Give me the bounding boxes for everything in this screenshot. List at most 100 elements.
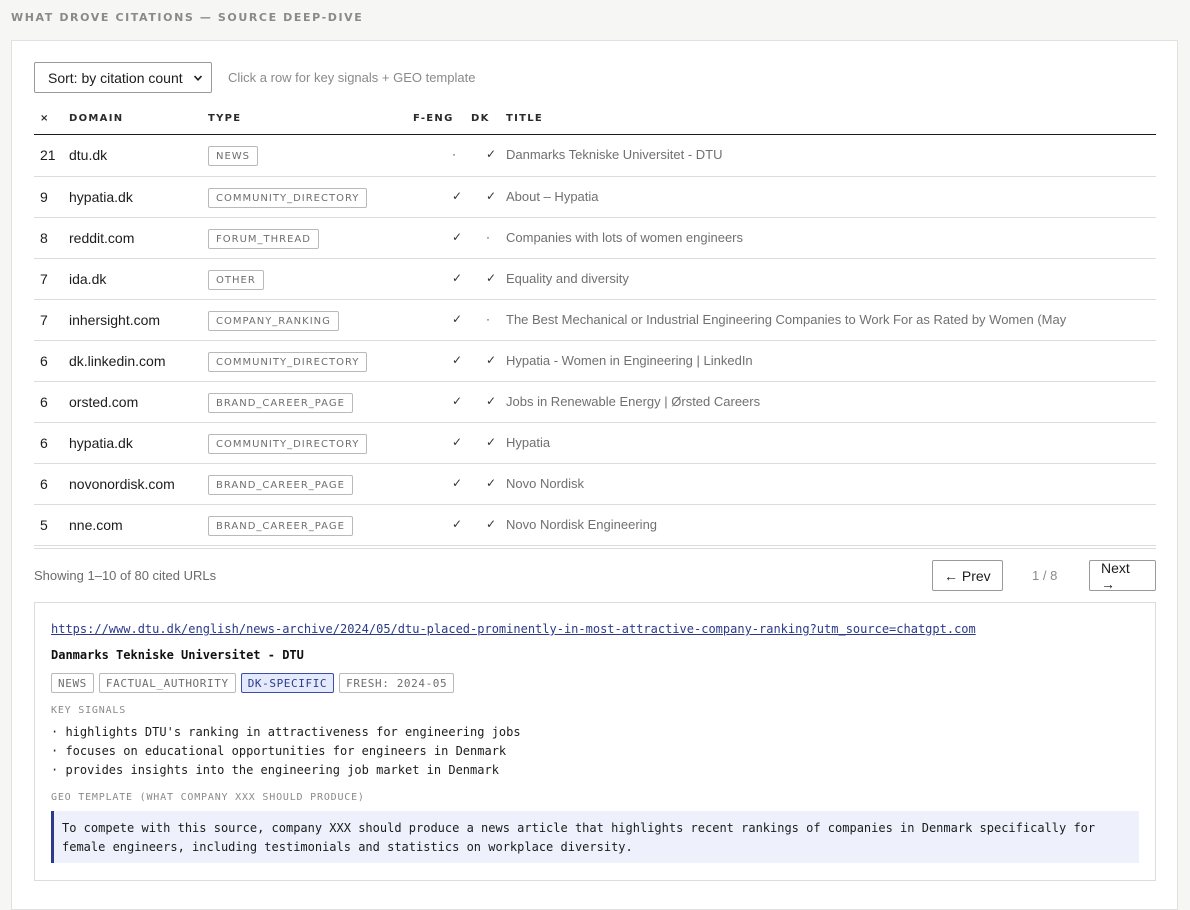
hint-text: Click a row for key signals + GEO templa… bbox=[228, 70, 476, 85]
type-badge: BRAND_CAREER_PAGE bbox=[208, 475, 353, 495]
source-tag: FACTUAL_AUTHORITY bbox=[98, 673, 236, 693]
title-cell: Hypatia - Women in Engineering | LinkedI… bbox=[506, 353, 753, 368]
domain-cell: novonordisk.com bbox=[69, 476, 175, 492]
title-cell: Companies with lots of women engineers bbox=[506, 230, 744, 245]
table-row[interactable]: 7 ida.dk OTHER ✓ ✓ Equality and diversity bbox=[34, 259, 1156, 300]
source-tag: DK-SPECIFIC bbox=[240, 673, 335, 693]
dk-cell: ✓ bbox=[486, 353, 497, 367]
citation-count: 7 bbox=[40, 271, 48, 287]
dk-cell: ✓ bbox=[486, 435, 497, 449]
citation-count: 9 bbox=[40, 189, 48, 205]
next-button[interactable]: Next → bbox=[1089, 560, 1156, 592]
title-cell: Hypatia bbox=[506, 435, 551, 450]
key-signal-item: · focuses on educational opportunities f… bbox=[51, 744, 507, 758]
showing-count: Showing 1–10 of 80 cited URLs bbox=[34, 568, 217, 583]
type-badge: OTHER bbox=[208, 270, 264, 290]
table-row[interactable]: 6 hypatia.dk COMMUNITY_DIRECTORY ✓ ✓ Hypatia bbox=[34, 423, 1156, 464]
domain-cell: hypatia.dk bbox=[69, 189, 133, 205]
domain-cell: hypatia.dk bbox=[69, 435, 133, 451]
dk-cell: ✓ bbox=[486, 189, 497, 203]
f-eng-cell: ✓ bbox=[452, 230, 463, 244]
table-row[interactable]: 6 novonordisk.com BRAND_CAREER_PAGE ✓ ✓ Novo … bbox=[34, 464, 1156, 505]
dk-cell: ✓ bbox=[486, 394, 497, 408]
domain-cell: orsted.com bbox=[69, 394, 139, 410]
f-eng-cell: ✓ bbox=[452, 476, 463, 490]
domain-cell: reddit.com bbox=[69, 230, 135, 246]
table-row[interactable]: 8 reddit.com FORUM_THREAD ✓ · Companies with … bbox=[34, 218, 1156, 259]
source-tags: NEWS FACTUAL_AUTHORITY DK-SPECIFIC FRESH: 2… bbox=[51, 673, 455, 693]
type-badge: COMMUNITY_DIRECTORY bbox=[208, 188, 368, 208]
table-row[interactable]: 6 dk.linkedin.com COMMUNITY_DIRECTORY ✓ ✓ Hyp… bbox=[34, 341, 1156, 382]
citation-count: 7 bbox=[40, 312, 48, 328]
type-badge: COMMUNITY_DIRECTORY bbox=[208, 434, 368, 454]
title-cell: Danmarks Tekniske Universitet - DTU bbox=[506, 147, 723, 162]
table-row[interactable]: 9 hypatia.dk COMMUNITY_DIRECTORY ✓ ✓ About – … bbox=[34, 177, 1156, 218]
type-badge: NEWS bbox=[208, 146, 259, 166]
table-body: 21 dtu.dk NEWS · ✓ Danmarks Tekniske Universi… bbox=[34, 135, 1156, 546]
citation-count: 6 bbox=[40, 353, 48, 369]
key-signal-item: · provides insights into the engineering… bbox=[51, 763, 499, 777]
citation-count: 5 bbox=[40, 517, 48, 533]
toolbar: Sort: by citation count Click a row for … bbox=[34, 62, 475, 93]
citation-count: 6 bbox=[40, 394, 48, 410]
dk-cell: ✓ bbox=[486, 147, 497, 161]
table-header: × DOMAIN TYPE F-ENG DK TITLE bbox=[34, 105, 1156, 135]
f-eng-cell: ✓ bbox=[452, 353, 463, 367]
source-deep-dive-panel: Sort: by citation count Click a row for … bbox=[11, 40, 1178, 910]
table-row[interactable]: 6 orsted.com BRAND_CAREER_PAGE ✓ ✓ Jobs in Re… bbox=[34, 382, 1156, 423]
key-signals-label: KEY SIGNALS bbox=[51, 705, 127, 716]
geo-template-label: GEO TEMPLATE (WHAT COMPANY XXX SHOULD PR… bbox=[51, 792, 365, 803]
header-title[interactable]: TITLE bbox=[506, 113, 543, 124]
table-row[interactable]: 21 dtu.dk NEWS · ✓ Danmarks Tekniske Universi… bbox=[34, 135, 1156, 177]
type-badge: BRAND_CAREER_PAGE bbox=[208, 516, 353, 536]
sort-select-label: Sort: by citation count bbox=[48, 69, 183, 86]
title-cell: Equality and diversity bbox=[506, 271, 629, 286]
title-cell: About – Hypatia bbox=[506, 189, 599, 204]
header-domain[interactable]: DOMAIN bbox=[69, 113, 123, 124]
f-eng-cell: ✓ bbox=[452, 312, 463, 326]
type-badge: BRAND_CAREER_PAGE bbox=[208, 393, 353, 413]
f-eng-cell: ✓ bbox=[452, 435, 463, 449]
citations-table: × DOMAIN TYPE F-ENG DK TITLE 21 dtu.dk NEW… bbox=[34, 105, 1156, 546]
section-heading: WHAT DROVE CITATIONS — SOURCE DEEP-DIVE bbox=[11, 11, 364, 24]
f-eng-cell: ✓ bbox=[452, 271, 463, 285]
sort-select[interactable]: Sort: by citation count bbox=[34, 62, 212, 93]
source-tag: FRESH: 2024-05 bbox=[339, 673, 455, 693]
key-signal-item: · highlights DTU's ranking in attractive… bbox=[51, 725, 521, 739]
domain-cell: dk.linkedin.com bbox=[69, 353, 166, 369]
table-row[interactable]: 5 nne.com BRAND_CAREER_PAGE ✓ ✓ Novo Nordisk … bbox=[34, 505, 1156, 546]
f-eng-cell: ✓ bbox=[452, 189, 463, 203]
header-dk[interactable]: DK bbox=[471, 113, 490, 124]
domain-cell: nne.com bbox=[69, 517, 123, 533]
source-title: Danmarks Tekniske Universitet - DTU bbox=[51, 648, 304, 662]
divider bbox=[34, 548, 1156, 549]
f-eng-cell: ✓ bbox=[452, 517, 463, 531]
header-f-eng[interactable]: F-ENG bbox=[413, 113, 454, 124]
prev-button[interactable]: ← Prev bbox=[932, 560, 1003, 591]
geo-template-text: To compete with this source, company XXX… bbox=[51, 811, 1139, 863]
citation-count: 6 bbox=[40, 476, 48, 492]
domain-cell: dtu.dk bbox=[69, 147, 108, 163]
citation-count: 8 bbox=[40, 230, 48, 246]
page-indicator: 1 / 8 bbox=[1032, 568, 1058, 583]
header-type[interactable]: TYPE bbox=[208, 113, 241, 124]
source-detail-card: https://www.dtu.dk/english/news-archive/… bbox=[34, 602, 1156, 881]
f-eng-cell: ✓ bbox=[452, 394, 463, 408]
header-count[interactable]: × bbox=[40, 113, 50, 124]
type-badge: FORUM_THREAD bbox=[208, 229, 319, 249]
type-badge: COMMUNITY_DIRECTORY bbox=[208, 352, 368, 372]
domain-cell: ida.dk bbox=[69, 271, 107, 287]
dk-cell: ✓ bbox=[486, 271, 497, 285]
dk-cell: ✓ bbox=[486, 517, 497, 531]
source-url-link[interactable]: https://www.dtu.dk/english/news-archive/… bbox=[51, 622, 976, 636]
table-row[interactable]: 7 inhersight.com COMPANY_RANKING ✓ · The Best… bbox=[34, 300, 1156, 341]
citation-count: 21 bbox=[40, 147, 56, 163]
key-signals-list: · highlights DTU's ranking in attractive… bbox=[51, 723, 521, 780]
chevron-down-icon bbox=[193, 74, 203, 81]
citation-count: 6 bbox=[40, 435, 48, 451]
dk-cell: · bbox=[486, 230, 490, 244]
source-tag: NEWS bbox=[51, 673, 94, 693]
f-eng-cell: · bbox=[452, 147, 456, 161]
title-cell: Novo Nordisk bbox=[506, 476, 585, 491]
dk-cell: · bbox=[486, 312, 490, 326]
